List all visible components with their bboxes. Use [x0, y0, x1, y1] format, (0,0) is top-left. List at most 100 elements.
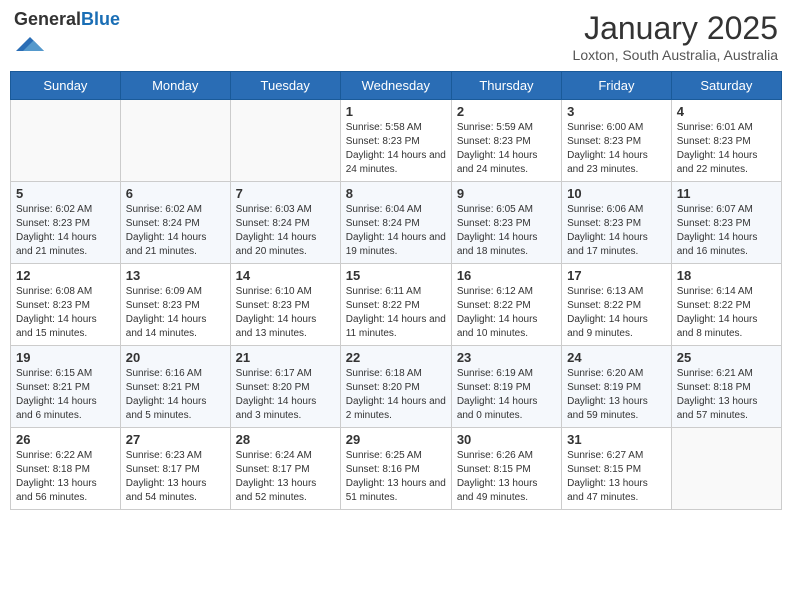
logo-text: GeneralBlue: [14, 10, 120, 30]
day-info: Sunrise: 6:04 AM Sunset: 8:24 PM Dayligh…: [346, 203, 446, 259]
calendar-cell: 6Sunrise: 6:02 AM Sunset: 8:24 PM Daylig…: [120, 182, 230, 264]
day-info: Sunrise: 6:27 AM Sunset: 8:15 PM Dayligh…: [567, 449, 666, 505]
calendar-cell: 30 Sunrise: 6:26 AM Sunset: 8:15 PM Dayli…: [451, 428, 561, 510]
calendar-cell: 8 Sunrise: 6:04 AM Sunset: 8:24 PM Daylig…: [340, 182, 451, 264]
day-info: Sunrise: 6:08 AM Sunset: 8:23 PM Dayligh…: [16, 285, 115, 341]
day-number: 29: [346, 432, 446, 447]
calendar-cell: 22 Sunrise: 6:18 AM Sunset: 8:20 PM Dayli…: [340, 346, 451, 428]
day-info: Sunrise: 5:58 AM Sunset: 8:23 PM Dayligh…: [346, 121, 446, 177]
day-number: 10: [567, 186, 666, 201]
day-number: 7: [236, 186, 335, 201]
title-block: January 2025 Loxton, South Australia, Au…: [573, 10, 778, 63]
day-number: 27: [126, 432, 225, 447]
day-number: 5: [16, 186, 115, 201]
calendar-cell: 20 Sunrise: 6:16 AM Sunset: 8:21 PM Dayli…: [120, 346, 230, 428]
day-info: Sunrise: 6:06 AM Sunset: 8:23 PM Dayligh…: [567, 203, 666, 259]
logo-blue: Blue: [81, 9, 120, 29]
calendar-cell: 26 Sunrise: 6:22 AM Sunset: 8:18 PM Dayli…: [11, 428, 121, 510]
day-number: 15: [346, 268, 446, 283]
day-info: Sunrise: 6:18 AM Sunset: 8:20 PM Dayligh…: [346, 367, 446, 423]
calendar-header-row: SundayMondayTuesdayWednesdayThursdayFrid…: [11, 72, 782, 100]
page-header: GeneralBlue January 2025 Loxton, South A…: [10, 10, 782, 63]
calendar-week-row: 26 Sunrise: 6:22 AM Sunset: 8:18 PM Dayli…: [11, 428, 782, 510]
calendar-cell: 28 Sunrise: 6:24 AM Sunset: 8:17 PM Dayli…: [230, 428, 340, 510]
calendar-cell: 17 Sunrise: 6:13 AM Sunset: 8:22 PM Dayli…: [562, 264, 672, 346]
day-number: 22: [346, 350, 446, 365]
day-number: 28: [236, 432, 335, 447]
day-info: Sunrise: 6:26 AM Sunset: 8:15 PM Dayligh…: [457, 449, 556, 505]
day-number: 16: [457, 268, 556, 283]
day-info: Sunrise: 6:00 AM Sunset: 8:23 PM Dayligh…: [567, 121, 666, 177]
day-info: Sunrise: 6:16 AM Sunset: 8:21 PM Dayligh…: [126, 367, 225, 423]
calendar-cell: 25Sunrise: 6:21 AM Sunset: 8:18 PM Dayli…: [671, 346, 781, 428]
day-header-monday: Monday: [120, 72, 230, 100]
day-number: 30: [457, 432, 556, 447]
day-info: Sunrise: 6:09 AM Sunset: 8:23 PM Dayligh…: [126, 285, 225, 341]
calendar-cell: 2Sunrise: 5:59 AM Sunset: 8:23 PM Daylig…: [451, 100, 561, 182]
calendar-cell: 13Sunrise: 6:09 AM Sunset: 8:23 PM Dayli…: [120, 264, 230, 346]
day-header-wednesday: Wednesday: [340, 72, 451, 100]
day-number: 1: [346, 104, 446, 119]
day-info: Sunrise: 6:12 AM Sunset: 8:22 PM Dayligh…: [457, 285, 556, 341]
calendar-cell: [11, 100, 121, 182]
day-number: 18: [677, 268, 776, 283]
calendar-week-row: 19 Sunrise: 6:15 AM Sunset: 8:21 PM Dayli…: [11, 346, 782, 428]
logo-icon: [16, 30, 44, 58]
calendar-cell: 9 Sunrise: 6:05 AM Sunset: 8:23 PM Daylig…: [451, 182, 561, 264]
day-info: Sunrise: 6:02 AM Sunset: 8:23 PM Dayligh…: [16, 203, 115, 259]
calendar-cell: 3 Sunrise: 6:00 AM Sunset: 8:23 PM Daylig…: [562, 100, 672, 182]
day-number: 9: [457, 186, 556, 201]
calendar-cell: 10 Sunrise: 6:06 AM Sunset: 8:23 PM Dayli…: [562, 182, 672, 264]
day-number: 19: [16, 350, 115, 365]
calendar-cell: 21 Sunrise: 6:17 AM Sunset: 8:20 PM Dayli…: [230, 346, 340, 428]
day-number: 3: [567, 104, 666, 119]
day-number: 21: [236, 350, 335, 365]
day-number: 17: [567, 268, 666, 283]
day-info: Sunrise: 6:05 AM Sunset: 8:23 PM Dayligh…: [457, 203, 556, 259]
calendar-cell: [671, 428, 781, 510]
day-header-tuesday: Tuesday: [230, 72, 340, 100]
day-info: Sunrise: 6:17 AM Sunset: 8:20 PM Dayligh…: [236, 367, 335, 423]
day-number: 20: [126, 350, 225, 365]
day-info: Sunrise: 6:07 AM Sunset: 8:23 PM Dayligh…: [677, 203, 776, 259]
month-title: January 2025: [573, 10, 778, 47]
logo: GeneralBlue: [14, 10, 120, 63]
day-number: 8: [346, 186, 446, 201]
calendar-table: SundayMondayTuesdayWednesdayThursdayFrid…: [10, 71, 782, 510]
calendar-cell: 18Sunrise: 6:14 AM Sunset: 8:22 PM Dayli…: [671, 264, 781, 346]
day-number: 26: [16, 432, 115, 447]
day-number: 23: [457, 350, 556, 365]
calendar-cell: 15Sunrise: 6:11 AM Sunset: 8:22 PM Dayli…: [340, 264, 451, 346]
day-number: 31: [567, 432, 666, 447]
calendar-cell: 29 Sunrise: 6:25 AM Sunset: 8:16 PM Dayli…: [340, 428, 451, 510]
calendar-cell: 7Sunrise: 6:03 AM Sunset: 8:24 PM Daylig…: [230, 182, 340, 264]
day-header-friday: Friday: [562, 72, 672, 100]
calendar-cell: 24 Sunrise: 6:20 AM Sunset: 8:19 PM Dayli…: [562, 346, 672, 428]
calendar-week-row: 1 Sunrise: 5:58 AM Sunset: 8:23 PM Daylig…: [11, 100, 782, 182]
day-number: 25: [677, 350, 776, 365]
day-number: 14: [236, 268, 335, 283]
calendar-cell: 27Sunrise: 6:23 AM Sunset: 8:17 PM Dayli…: [120, 428, 230, 510]
location-title: Loxton, South Australia, Australia: [573, 47, 778, 63]
day-number: 11: [677, 186, 776, 201]
calendar-cell: 1 Sunrise: 5:58 AM Sunset: 8:23 PM Daylig…: [340, 100, 451, 182]
calendar-cell: 16 Sunrise: 6:12 AM Sunset: 8:22 PM Dayli…: [451, 264, 561, 346]
day-info: Sunrise: 6:24 AM Sunset: 8:17 PM Dayligh…: [236, 449, 335, 505]
day-header-sunday: Sunday: [11, 72, 121, 100]
day-info: Sunrise: 5:59 AM Sunset: 8:23 PM Dayligh…: [457, 121, 556, 177]
day-info: Sunrise: 6:20 AM Sunset: 8:19 PM Dayligh…: [567, 367, 666, 423]
logo-general: General: [14, 9, 81, 29]
calendar-week-row: 12Sunrise: 6:08 AM Sunset: 8:23 PM Dayli…: [11, 264, 782, 346]
calendar-week-row: 5 Sunrise: 6:02 AM Sunset: 8:23 PM Daylig…: [11, 182, 782, 264]
day-info: Sunrise: 6:15 AM Sunset: 8:21 PM Dayligh…: [16, 367, 115, 423]
calendar-cell: 5 Sunrise: 6:02 AM Sunset: 8:23 PM Daylig…: [11, 182, 121, 264]
day-info: Sunrise: 6:10 AM Sunset: 8:23 PM Dayligh…: [236, 285, 335, 341]
day-info: Sunrise: 6:13 AM Sunset: 8:22 PM Dayligh…: [567, 285, 666, 341]
calendar-cell: 4Sunrise: 6:01 AM Sunset: 8:23 PM Daylig…: [671, 100, 781, 182]
day-number: 24: [567, 350, 666, 365]
day-info: Sunrise: 6:22 AM Sunset: 8:18 PM Dayligh…: [16, 449, 115, 505]
day-number: 4: [677, 104, 776, 119]
day-header-thursday: Thursday: [451, 72, 561, 100]
calendar-cell: 12Sunrise: 6:08 AM Sunset: 8:23 PM Dayli…: [11, 264, 121, 346]
day-info: Sunrise: 6:25 AM Sunset: 8:16 PM Dayligh…: [346, 449, 446, 505]
